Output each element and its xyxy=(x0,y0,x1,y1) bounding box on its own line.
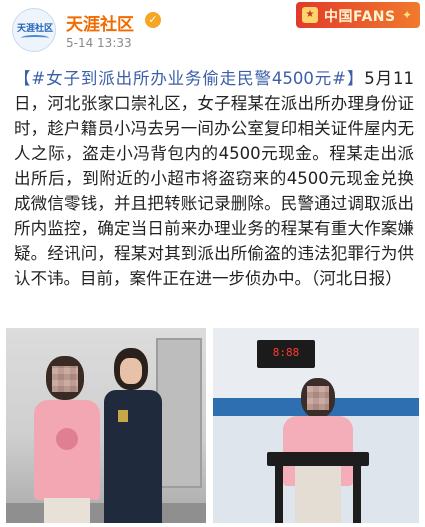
avatar-logo-text: 天涯社区 xyxy=(16,24,53,34)
suspect-face-mosaic xyxy=(52,366,78,392)
avatar-swoosh-icon xyxy=(21,35,49,41)
topic-hashtag-link[interactable]: 【#女子到派出所办业务偷走民警4500元#】 xyxy=(14,69,364,88)
shirt-print xyxy=(56,428,78,450)
user-avatar[interactable]: 天涯社区 xyxy=(12,8,56,52)
fans-badge[interactable]: ★ 中国FANS ✦ xyxy=(296,2,420,28)
interrogation-chair xyxy=(267,452,369,466)
suspect-pink-shirt xyxy=(34,400,100,500)
post-header: 天涯社区 天涯社区 ✓ 5-14 13:33 ★ 中国FANS ✦ xyxy=(0,0,425,60)
chair-leg-right xyxy=(353,466,361,523)
clock-digits: 8:88 xyxy=(272,346,300,359)
post-timestamp: 5-14 13:33 xyxy=(66,36,132,50)
fans-badge-icon: ★ xyxy=(302,7,318,23)
user-name[interactable]: 天涯社区 xyxy=(66,10,134,35)
post-text: 5月11日，河北张家口崇礼区，女子程某在派出所办理身份证时，趁户籍员小冯去另一间… xyxy=(14,69,414,288)
suspect-face-mosaic xyxy=(307,386,329,410)
police-badge-icon xyxy=(118,410,128,422)
suspect-pants xyxy=(295,466,341,523)
fans-badge-label: 中国FANS xyxy=(324,9,396,25)
photo-1[interactable] xyxy=(6,328,206,523)
photo-grid: 8:88 xyxy=(6,328,419,523)
sparkle-icon: ✦ xyxy=(401,8,412,22)
verified-icon: ✓ xyxy=(145,12,161,28)
suspect-pants xyxy=(44,498,90,523)
photo-2[interactable]: 8:88 xyxy=(213,328,419,523)
officer-uniform xyxy=(104,390,162,523)
chair-leg-left xyxy=(275,466,283,523)
officer-face xyxy=(120,358,142,384)
post-body: 【#女子到派出所办业务偷走民警4500元#】5月11日，河北张家口崇礼区，女子程… xyxy=(14,66,414,291)
door-shape xyxy=(156,338,202,488)
